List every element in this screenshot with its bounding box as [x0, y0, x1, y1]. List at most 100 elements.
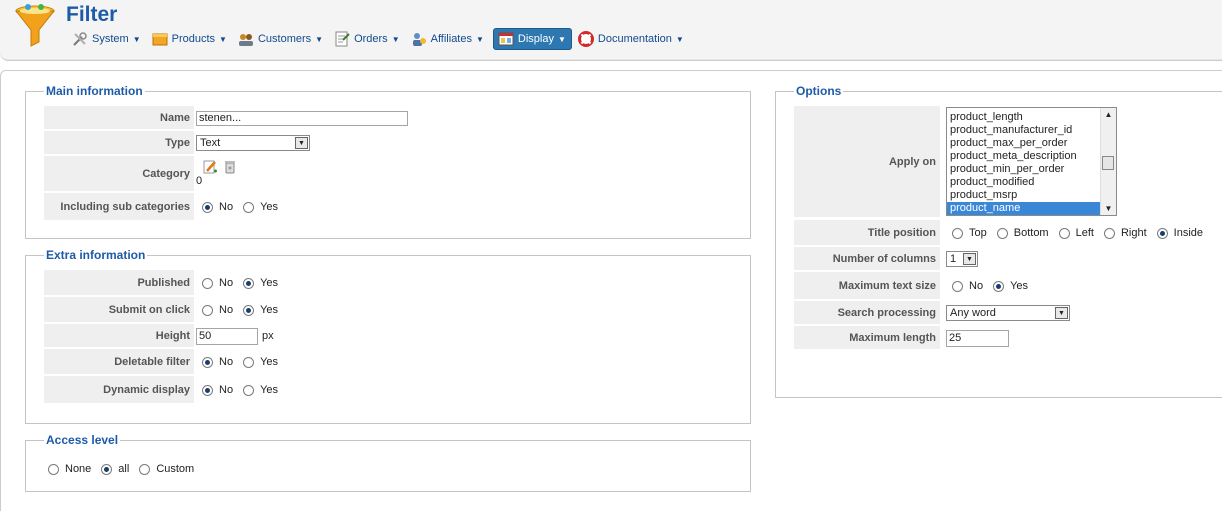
submit-yes-radio[interactable]: [243, 304, 255, 316]
chevron-down-icon: ▼: [315, 34, 324, 44]
access-level-options: None all Custom: [46, 463, 202, 475]
scroll-up-icon[interactable]: ▲: [1101, 108, 1116, 121]
published-label: Published: [44, 270, 194, 296]
deletable-no-radio[interactable]: [202, 356, 213, 368]
orders-icon: [335, 31, 350, 47]
listbox-option-selected[interactable]: product_name: [947, 202, 1116, 215]
menu-display[interactable]: Display ▼: [492, 28, 572, 50]
published-no-label: No: [219, 277, 234, 289]
menu-orders[interactable]: Orders ▼: [332, 29, 405, 49]
title-right-label: Right: [1120, 227, 1147, 239]
title-bottom-radio[interactable]: [996, 227, 1008, 239]
title-top-radio[interactable]: [952, 227, 963, 239]
subcategories-yes-label: Yes: [260, 201, 279, 213]
deletable-yes-label: Yes: [260, 356, 279, 368]
title-left-radio[interactable]: [1058, 227, 1070, 239]
type-select[interactable]: Text ▼: [196, 135, 310, 151]
listbox-option[interactable]: product_msrp: [947, 189, 1116, 202]
search-processing-select[interactable]: Any word ▼: [946, 305, 1070, 321]
dynamic-yes-radio[interactable]: [243, 384, 255, 396]
max-text-yes-label: Yes: [1010, 280, 1029, 292]
published-yes-radio[interactable]: [243, 277, 255, 289]
menu-orders-label: Orders: [354, 33, 388, 45]
submit-on-click-row: Submit on click No Yes: [44, 297, 744, 323]
page-title: Filter: [66, 3, 118, 26]
name-input[interactable]: stenen...: [196, 110, 408, 126]
access-none-radio[interactable]: [48, 463, 59, 475]
search-processing-label: Search processing: [794, 301, 940, 325]
main-information-fieldset: Main information Name stenen... Type Tex…: [25, 84, 751, 239]
menu-affiliates[interactable]: Affiliates ▼: [409, 29, 489, 49]
access-level-fieldset: Access level None all Custom: [25, 433, 751, 492]
listbox-option[interactable]: product_max_per_order: [947, 137, 1116, 150]
title-position-row: Title position Top Bottom Left Right Ins…: [794, 220, 1214, 246]
published-row: Published No Yes: [44, 270, 744, 296]
type-select-value: Text: [200, 137, 221, 149]
maximum-text-size-label: Maximum text size: [794, 272, 940, 300]
deletable-filter-row: Deletable filter No Yes: [44, 349, 744, 375]
access-all-label: all: [118, 463, 130, 475]
chevron-down-icon: ▼: [132, 34, 141, 44]
maximum-text-size-row: Maximum text size No Yes: [794, 272, 1214, 300]
apply-on-label: Apply on: [794, 106, 940, 218]
height-label: Height: [44, 324, 194, 348]
main-menu: System ▼ Products ▼ Customers ▼ Orders ▼ Aff…: [70, 28, 693, 50]
options-legend: Options: [796, 84, 842, 98]
number-of-columns-row: Number of columns 1 ▼: [794, 247, 1214, 271]
listbox-option[interactable]: product_meta_description: [947, 150, 1116, 163]
max-text-no-radio[interactable]: [952, 280, 963, 292]
published-no-radio[interactable]: [202, 277, 213, 289]
access-all-radio[interactable]: [101, 463, 113, 475]
title-right-radio[interactable]: [1103, 227, 1115, 239]
submit-no-radio[interactable]: [202, 304, 213, 316]
chevron-down-icon: ▼: [557, 34, 566, 44]
chevron-down-icon: ▼: [675, 34, 684, 44]
maximum-length-row: Maximum length 25: [794, 326, 1214, 350]
listbox-option[interactable]: product_modified: [947, 176, 1116, 189]
access-level-legend: Access level: [46, 433, 119, 447]
chevron-down-icon: ▼: [219, 34, 227, 44]
edit-icon[interactable]: [202, 159, 218, 175]
dynamic-no-radio[interactable]: [202, 384, 213, 396]
maximum-length-input[interactable]: 25: [946, 329, 1009, 347]
affiliates-icon: [412, 33, 426, 46]
number-of-columns-label: Number of columns: [794, 247, 940, 271]
dynamic-display-row: Dynamic display No Yes: [44, 376, 744, 404]
deletable-filter-label: Deletable filter: [44, 349, 194, 375]
max-text-yes-radio[interactable]: [993, 280, 1005, 292]
search-processing-value: Any word: [950, 307, 996, 319]
title-bottom-label: Bottom: [1013, 227, 1049, 239]
height-input[interactable]: 50: [196, 327, 258, 345]
subcategories-row: Including sub categories No Yes: [44, 193, 744, 221]
category-row: Category 0: [44, 156, 744, 192]
subcategories-label: Including sub categories: [44, 193, 194, 221]
tools-icon: [73, 32, 87, 46]
published-yes-label: Yes: [260, 277, 279, 289]
menu-products[interactable]: Products ▼: [150, 29, 232, 49]
deletable-yes-radio[interactable]: [243, 356, 255, 368]
columns-select-value: 1: [950, 253, 957, 265]
subcategories-yes-radio[interactable]: [243, 201, 255, 213]
access-custom-radio[interactable]: [139, 463, 151, 475]
menu-system[interactable]: System ▼: [70, 29, 146, 49]
title-left-label: Left: [1075, 227, 1094, 239]
menu-customers[interactable]: Customers ▼: [236, 29, 328, 49]
display-icon: [498, 32, 514, 46]
chevron-down-icon: ▼: [963, 253, 976, 265]
subcategories-no-radio[interactable]: [202, 201, 213, 213]
apply-on-listbox[interactable]: product_length product_manufacturer_id p…: [946, 107, 1117, 216]
products-icon: [152, 33, 168, 46]
listbox-option[interactable]: product_manufacturer_id: [947, 124, 1116, 137]
listbox-scrollbar[interactable]: ▲ ▼: [1100, 108, 1116, 215]
scroll-down-icon[interactable]: ▼: [1101, 202, 1116, 215]
listbox-option[interactable]: product_length: [947, 111, 1116, 124]
menu-documentation[interactable]: Documentation ▼: [576, 29, 689, 49]
title-position-label: Title position: [794, 220, 940, 246]
header-bar: Filter System ▼ Products ▼ Customers ▼ Orde…: [0, 0, 1222, 61]
dynamic-yes-label: Yes: [260, 384, 279, 396]
listbox-option[interactable]: product_min_per_order: [947, 163, 1116, 176]
columns-select[interactable]: 1 ▼: [946, 251, 978, 267]
title-inside-radio[interactable]: [1156, 227, 1168, 239]
trash-icon[interactable]: [222, 159, 238, 175]
scroll-thumb[interactable]: [1102, 156, 1114, 170]
